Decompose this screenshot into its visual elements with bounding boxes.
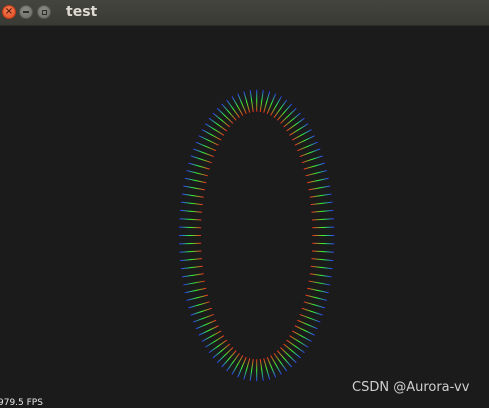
radial-line (283, 343, 301, 359)
radial-line (305, 294, 328, 301)
radial-line (179, 218, 202, 221)
radial-line (308, 280, 331, 286)
radial-line (273, 99, 288, 119)
radial-line (299, 148, 321, 158)
radial-line (249, 90, 254, 112)
radial-line (212, 112, 231, 128)
minimize-button[interactable] (19, 5, 33, 19)
radial-line (195, 319, 217, 330)
radial-line (312, 226, 335, 229)
close-button[interactable]: × (2, 5, 16, 19)
radial-line (273, 352, 288, 372)
radial-line (186, 170, 208, 177)
radial-line (307, 177, 329, 184)
radial-line (188, 162, 210, 170)
radial-line (180, 258, 203, 262)
radial-line (297, 319, 318, 330)
radial-line (276, 350, 293, 368)
radial-line (208, 117, 228, 132)
radial-line (286, 117, 305, 132)
radial-line (297, 141, 318, 152)
radial-line (195, 141, 217, 152)
radial-line (270, 96, 282, 116)
radial-line (183, 185, 205, 191)
radial-line (301, 307, 323, 316)
maximize-button[interactable] (37, 5, 51, 19)
radial-line (308, 185, 331, 191)
radial-line (179, 226, 202, 229)
radial-line (181, 273, 204, 278)
radial-line (221, 103, 237, 121)
radial-line (184, 287, 207, 294)
radial-line (183, 280, 205, 286)
radial-line (312, 218, 335, 221)
radial-line (310, 265, 333, 270)
maximize-icon (41, 9, 47, 15)
radial-line (226, 99, 240, 119)
radial-line (231, 355, 244, 375)
radial-line (179, 250, 202, 253)
fps-counter: 979.5 FPS (0, 398, 43, 408)
close-icon: × (4, 6, 14, 17)
radial-line (181, 193, 204, 198)
radial-line (311, 258, 334, 262)
radial-line (280, 107, 297, 124)
radial-line (312, 242, 335, 245)
radial-line (289, 335, 309, 348)
radial-line (311, 209, 334, 213)
radial-line (231, 96, 244, 116)
radial-line (276, 103, 293, 121)
radial-line (180, 209, 203, 213)
window-title: test (66, 4, 98, 20)
radial-line (249, 359, 254, 381)
radial-line (303, 301, 326, 309)
radial-line (186, 294, 208, 301)
radial-line (208, 339, 228, 354)
radial-line (190, 307, 212, 316)
radial-line (309, 193, 332, 198)
watermark: CSDN @Aurora-vv (352, 380, 470, 395)
radial-line (259, 359, 264, 381)
radial-line (216, 107, 234, 124)
radial-line (212, 343, 231, 359)
radial-line (309, 273, 332, 278)
radial-line (221, 350, 237, 368)
radial-line (226, 352, 240, 372)
radial-line-ring (178, 89, 335, 382)
radial-line (305, 170, 328, 177)
radial-line (184, 177, 207, 184)
radial-line (190, 155, 212, 164)
minimize-icon (23, 11, 29, 13)
radial-line (283, 112, 301, 128)
radial-line (303, 162, 326, 170)
radial-line (301, 155, 323, 164)
render-canvas (178, 89, 335, 382)
radial-line (286, 339, 305, 354)
radial-line (179, 242, 202, 245)
radial-line (188, 301, 210, 309)
radial-line (180, 265, 203, 270)
radial-line (259, 90, 264, 112)
radial-line (192, 148, 214, 158)
radial-line (299, 313, 321, 323)
radial-line (312, 250, 335, 253)
radial-line (280, 347, 297, 364)
radial-line (307, 287, 329, 294)
radial-line (216, 347, 234, 364)
radial-line (204, 335, 225, 348)
radial-line (310, 201, 333, 206)
title-bar: × test (0, 0, 489, 26)
radial-line (192, 313, 214, 323)
radial-line (270, 355, 282, 375)
radial-line (180, 201, 203, 206)
radial-line (204, 123, 225, 136)
radial-line (289, 123, 309, 136)
